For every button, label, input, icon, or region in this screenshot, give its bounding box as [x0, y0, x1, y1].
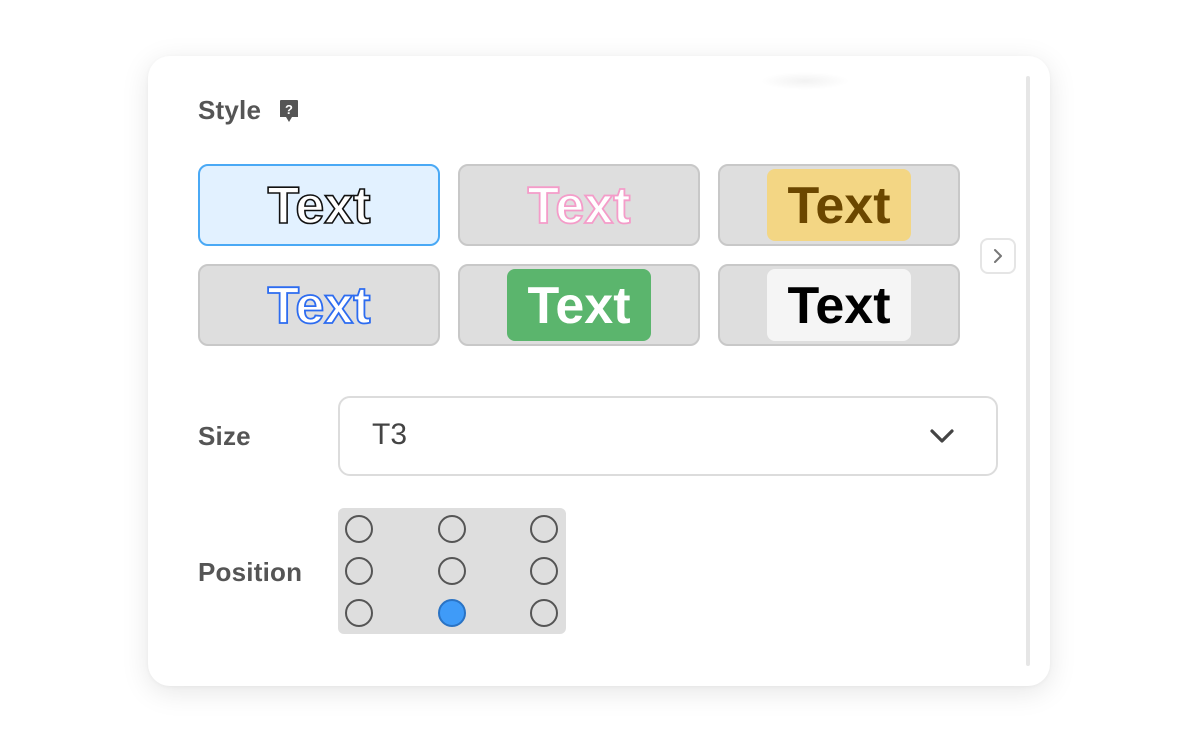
style-preview-text: Text: [527, 277, 630, 335]
size-label: Size: [198, 421, 251, 451]
question-mark-icon[interactable]: ?: [279, 99, 299, 123]
style-preview: Text: [267, 176, 372, 235]
style-preset-outline-blue[interactable]: Text: [198, 264, 440, 346]
style-preview: Text: [527, 176, 632, 235]
size-value: T3: [372, 418, 408, 451]
style-preview-text: Text: [267, 277, 370, 335]
style-preview-text: Text: [527, 177, 630, 235]
size-select[interactable]: T3: [338, 396, 998, 476]
position-bottom-left-radio[interactable]: [345, 599, 373, 627]
style-preview: Text: [507, 269, 651, 341]
style-preset-outline-pink[interactable]: Text: [458, 164, 700, 246]
style-preview: Text: [767, 169, 911, 241]
position-middle-right-radio[interactable]: [530, 557, 558, 585]
text-style-panel: [148, 56, 1050, 686]
style-preview-text: Text: [787, 177, 890, 235]
style-preview: Text: [267, 276, 372, 335]
svg-text:?: ?: [285, 102, 293, 117]
position-top-left-radio[interactable]: [345, 515, 373, 543]
style-label: Style: [198, 95, 262, 125]
style-preview-text: Text: [787, 277, 890, 335]
position-middle-center-radio[interactable]: [438, 557, 466, 585]
position-label: Position: [198, 557, 303, 587]
style-preset-white-on-green[interactable]: Text: [458, 264, 700, 346]
style-preview: Text: [767, 269, 911, 341]
position-bottom-center-radio[interactable]: [438, 599, 466, 627]
panel-scrollbar[interactable]: [1026, 76, 1030, 666]
position-bottom-right-radio[interactable]: [530, 599, 558, 627]
position-top-right-radio[interactable]: [530, 515, 558, 543]
position-middle-left-radio[interactable]: [345, 557, 373, 585]
position-grid: [338, 508, 566, 634]
style-preset-brown-on-yellow[interactable]: Text: [718, 164, 960, 246]
position-top-center-radio[interactable]: [438, 515, 466, 543]
style-preset-black-on-white[interactable]: Text: [718, 264, 960, 346]
style-preview-text: Text: [267, 177, 370, 235]
top-shadow-decoration: [760, 72, 850, 90]
style-preset-outline-black[interactable]: Text: [198, 164, 440, 246]
chevron-right-icon: [994, 249, 1002, 263]
chevron-down-icon: [930, 429, 954, 443]
style-next-button[interactable]: [980, 238, 1016, 274]
